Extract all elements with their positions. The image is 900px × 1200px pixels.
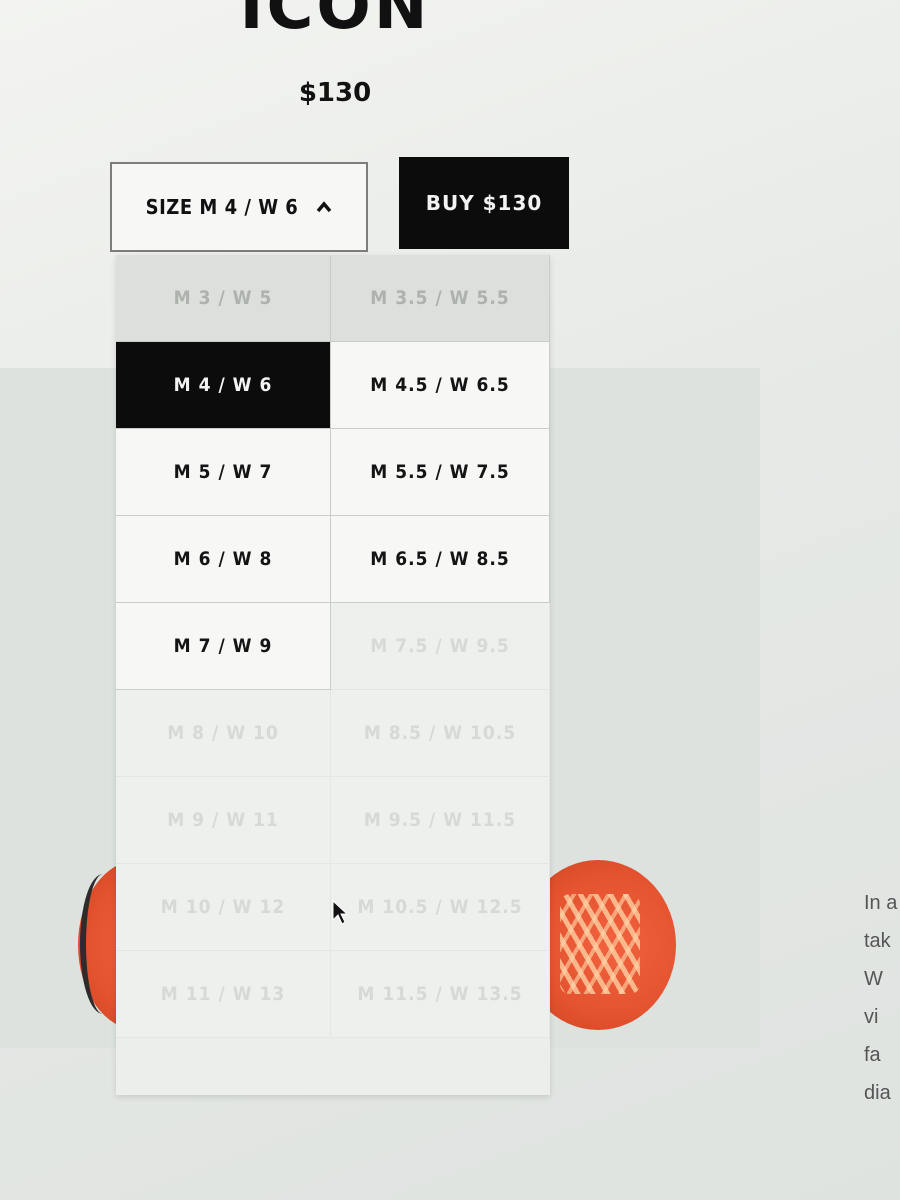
description-line: fa: [864, 1044, 881, 1066]
size-option: M 8.5 / W 10.5: [331, 690, 550, 777]
size-select-dropdown[interactable]: SIZE M 4 / W 6: [110, 162, 368, 252]
size-option[interactable]: M 5 / W 7: [116, 429, 331, 516]
description-line: dia: [864, 1082, 891, 1104]
size-option: M 3.5 / W 5.5: [331, 255, 550, 342]
size-option: M 10.5 / W 12.5: [331, 864, 550, 951]
size-option: M 10 / W 12: [116, 864, 331, 951]
size-option: M 9 / W 11: [116, 777, 331, 864]
product-price: $130: [298, 78, 372, 108]
description-line: tak: [864, 930, 891, 952]
product-page: "ICON" $130 SIZE M 4 / W 6 BUY $130 In a…: [0, 0, 900, 1200]
mouse-cursor-icon: [332, 900, 348, 925]
size-option[interactable]: M 4 / W 6: [116, 342, 331, 429]
size-option: M 11 / W 13: [116, 951, 331, 1038]
product-description-fragment: In a tak Wvi fa dia: [864, 884, 900, 1112]
size-option[interactable]: M 7 / W 9: [116, 603, 331, 690]
size-option[interactable]: M 6.5 / W 8.5: [331, 516, 550, 603]
size-option[interactable]: M 4.5 / W 6.5: [331, 342, 550, 429]
size-options-list: M 3 / W 5M 3.5 / W 5.5 M 4 / W 6M 4.5 / W…: [116, 255, 550, 1095]
description-line: W: [864, 968, 883, 990]
sole-tread-pattern: [560, 894, 640, 994]
description-line: vi: [864, 1006, 879, 1028]
product-title: "ICON": [203, 0, 467, 44]
buy-button[interactable]: BUY $130: [399, 157, 569, 249]
chevron-up-icon: [316, 201, 332, 213]
size-option: M 3 / W 5: [116, 255, 331, 342]
size-select-label: SIZE M 4 / W 6: [145, 195, 299, 219]
size-option: M 11.5 / W 13.5: [331, 951, 550, 1038]
description-line: In a: [864, 892, 898, 914]
size-option: M 7.5 / W 9.5: [331, 603, 550, 690]
size-option: M 9.5 / W 11.5: [331, 777, 550, 864]
size-option: M 8 / W 10: [116, 690, 331, 777]
size-option[interactable]: M 6 / W 8: [116, 516, 331, 603]
size-option[interactable]: M 5.5 / W 7.5: [331, 429, 550, 516]
